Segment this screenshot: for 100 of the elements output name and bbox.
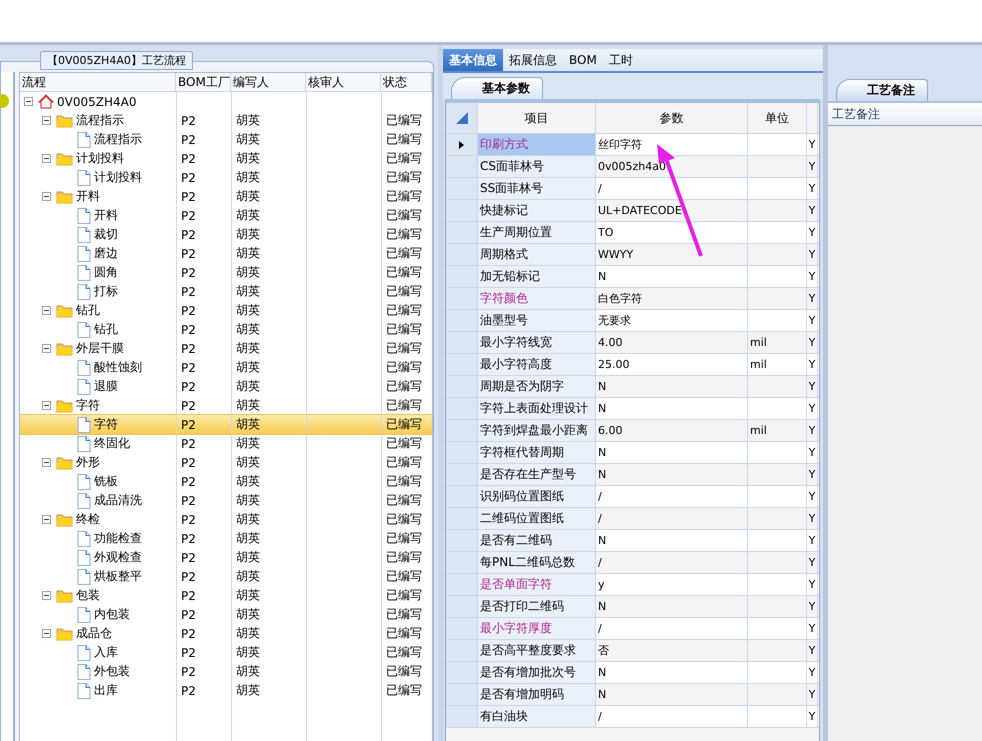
table-row[interactable]: 字符到焊盘最小距离 6.00 mil Y — [446, 420, 819, 442]
table-row[interactable]: 最小字符高度 25.00 mil Y — [446, 354, 819, 376]
column-header[interactable]: 流程 — [20, 73, 176, 91]
table-row[interactable]: 是否存在生产型号 N Y — [446, 464, 819, 486]
document-icon — [77, 606, 91, 622]
tab[interactable]: 拓展信息 — [503, 49, 563, 71]
table-cell: 已编写 — [386, 683, 422, 697]
tree-node[interactable]: 字符 — [76, 397, 100, 414]
table-row[interactable]: 最小字符厚度 / Y — [446, 618, 819, 640]
tree-node[interactable]: 入库 — [94, 644, 118, 661]
tree-node[interactable]: 出库 — [94, 682, 118, 699]
collapse-toggle[interactable] — [42, 192, 51, 201]
collapse-toggle[interactable] — [42, 401, 51, 410]
table-cell: 已编写 — [386, 322, 422, 336]
collapse-toggle[interactable] — [42, 629, 51, 638]
tab[interactable]: 基本信息 — [443, 49, 503, 71]
table-row[interactable]: 加无铅标记 N Y — [446, 266, 819, 288]
table-row[interactable]: 是否单面字符 y Y — [446, 574, 819, 596]
tree-node[interactable]: 成品清洗 — [94, 492, 142, 509]
tree-node[interactable]: 终检 — [76, 511, 100, 528]
tree-node[interactable]: 成品仓 — [76, 625, 112, 642]
column-header[interactable]: 单位 — [765, 110, 789, 126]
tree-node[interactable]: 计划投料 — [76, 150, 124, 167]
notes-area[interactable] — [828, 126, 982, 741]
table-cell: 加无铅标记 — [480, 268, 540, 285]
tree-node[interactable]: 酸性蚀刻 — [94, 359, 142, 376]
tree-node[interactable]: 计划投料 — [94, 169, 142, 186]
tree-node[interactable]: 打标 — [94, 283, 118, 300]
table-cell: 胡英 — [236, 303, 260, 317]
table-cell: 识别码位置图纸 — [480, 488, 564, 505]
tree-node[interactable]: 退膜 — [94, 378, 118, 395]
tree-node[interactable]: 铣板 — [94, 473, 118, 490]
table-row[interactable]: 每PNL二维码总数 / Y — [446, 552, 819, 574]
table-row[interactable]: 生产周期位置 TO Y — [446, 222, 819, 244]
column-header[interactable]: 状态 — [381, 73, 432, 91]
table-cell: 已编写 — [386, 626, 422, 640]
collapse-toggle[interactable] — [42, 344, 51, 353]
table-row[interactable]: 是否高平整度要求 否 Y — [446, 640, 819, 662]
table-cell: 已编写 — [386, 303, 422, 317]
selected-row[interactable]: 字符 P2 胡英 已编写 — [20, 415, 432, 434]
tree-node[interactable]: 功能检查 — [94, 530, 142, 547]
table-row[interactable]: 最小字符线宽 4.00 mil Y — [446, 332, 819, 354]
table-row[interactable]: CS面菲林号 0v005zh4a0 Y — [446, 156, 819, 178]
table-cell: Y — [808, 688, 816, 701]
tree-node[interactable]: 开料 — [76, 188, 100, 205]
tree-node[interactable]: 外形 — [76, 454, 100, 471]
collapse-toggle[interactable] — [24, 97, 33, 106]
tree-node[interactable]: 磨边 — [94, 245, 118, 262]
table-row[interactable]: 是否有增加明码 N Y — [446, 684, 819, 706]
tree-node[interactable]: 烘板整平 — [94, 568, 142, 585]
collapse-toggle[interactable] — [42, 458, 51, 467]
table-row[interactable]: 油墨型号 无要求 Y — [446, 310, 819, 332]
table-cell: 是否高平整度要求 — [480, 642, 576, 659]
collapse-toggle[interactable] — [42, 306, 51, 315]
table-row[interactable]: 二维码位置图纸 / Y — [446, 508, 819, 530]
tree-node[interactable]: 外观检查 — [94, 549, 142, 566]
tree-node[interactable]: 外层干膜 — [76, 340, 124, 357]
table-row[interactable]: SS面菲林号 / Y — [446, 178, 819, 200]
tree-node[interactable]: 流程指示 — [94, 131, 142, 148]
column-header[interactable]: 参数 — [660, 110, 684, 126]
table-row[interactable]: 字符颜色 白色字符 Y — [446, 288, 819, 310]
tree-node[interactable]: 圆角 — [94, 264, 118, 281]
table-row[interactable]: 有白油块 / Y — [446, 706, 819, 728]
tree-node[interactable]: 0V005ZH4A0 — [57, 94, 136, 108]
tree-node[interactable]: 裁切 — [94, 226, 118, 243]
tree-node[interactable]: 开料 — [94, 207, 118, 224]
tree-node[interactable]: 流程指示 — [76, 112, 124, 129]
table-row[interactable]: 是否打印二维码 N Y — [446, 596, 819, 618]
tree-node[interactable]: 字符 — [94, 416, 118, 433]
column-header[interactable]: 核审人 — [306, 73, 381, 91]
tab[interactable]: 工艺备注 — [836, 79, 928, 101]
tree-node[interactable]: 外包装 — [94, 663, 130, 680]
table-cell: Y — [808, 138, 816, 151]
tab[interactable]: 工时 — [602, 49, 639, 71]
tree-node[interactable]: 内包装 — [94, 606, 130, 623]
column-header[interactable]: BOM工厂 — [176, 73, 231, 91]
tree-node[interactable]: 钻孔 — [94, 321, 118, 338]
column-header[interactable]: 编写人 — [231, 73, 306, 91]
table-cell: 胡英 — [236, 531, 260, 545]
table-row[interactable]: 快捷标记 UL+DATECODE Y — [446, 200, 819, 222]
table-cell: 已编写 — [386, 398, 422, 412]
table-cell: 已编写 — [386, 531, 422, 545]
column-header[interactable]: 项目 — [524, 110, 548, 126]
collapse-toggle[interactable] — [42, 116, 51, 125]
collapse-toggle[interactable] — [42, 591, 51, 600]
table-row[interactable]: 周期格式 WWYY Y — [446, 244, 819, 266]
subtab[interactable]: 基本参数 — [451, 77, 543, 99]
tree-node[interactable]: 钻孔 — [76, 302, 100, 319]
table-row[interactable]: 是否有二维码 N Y — [446, 530, 819, 552]
table-row[interactable]: 周期是否为阴字 N Y — [446, 376, 819, 398]
row-header[interactable] — [446, 134, 478, 155]
table-cell: P2 — [181, 550, 196, 564]
table-cell: Y — [808, 336, 816, 349]
collapse-toggle[interactable] — [42, 154, 51, 163]
collapse-toggle[interactable] — [42, 515, 51, 524]
table-cell: UL+DATECODE — [598, 204, 682, 217]
corner-icon — [456, 112, 468, 124]
tree-node[interactable]: 终固化 — [94, 435, 130, 452]
tab[interactable]: BOM — [563, 49, 603, 71]
tree-node[interactable]: 包装 — [76, 587, 100, 604]
